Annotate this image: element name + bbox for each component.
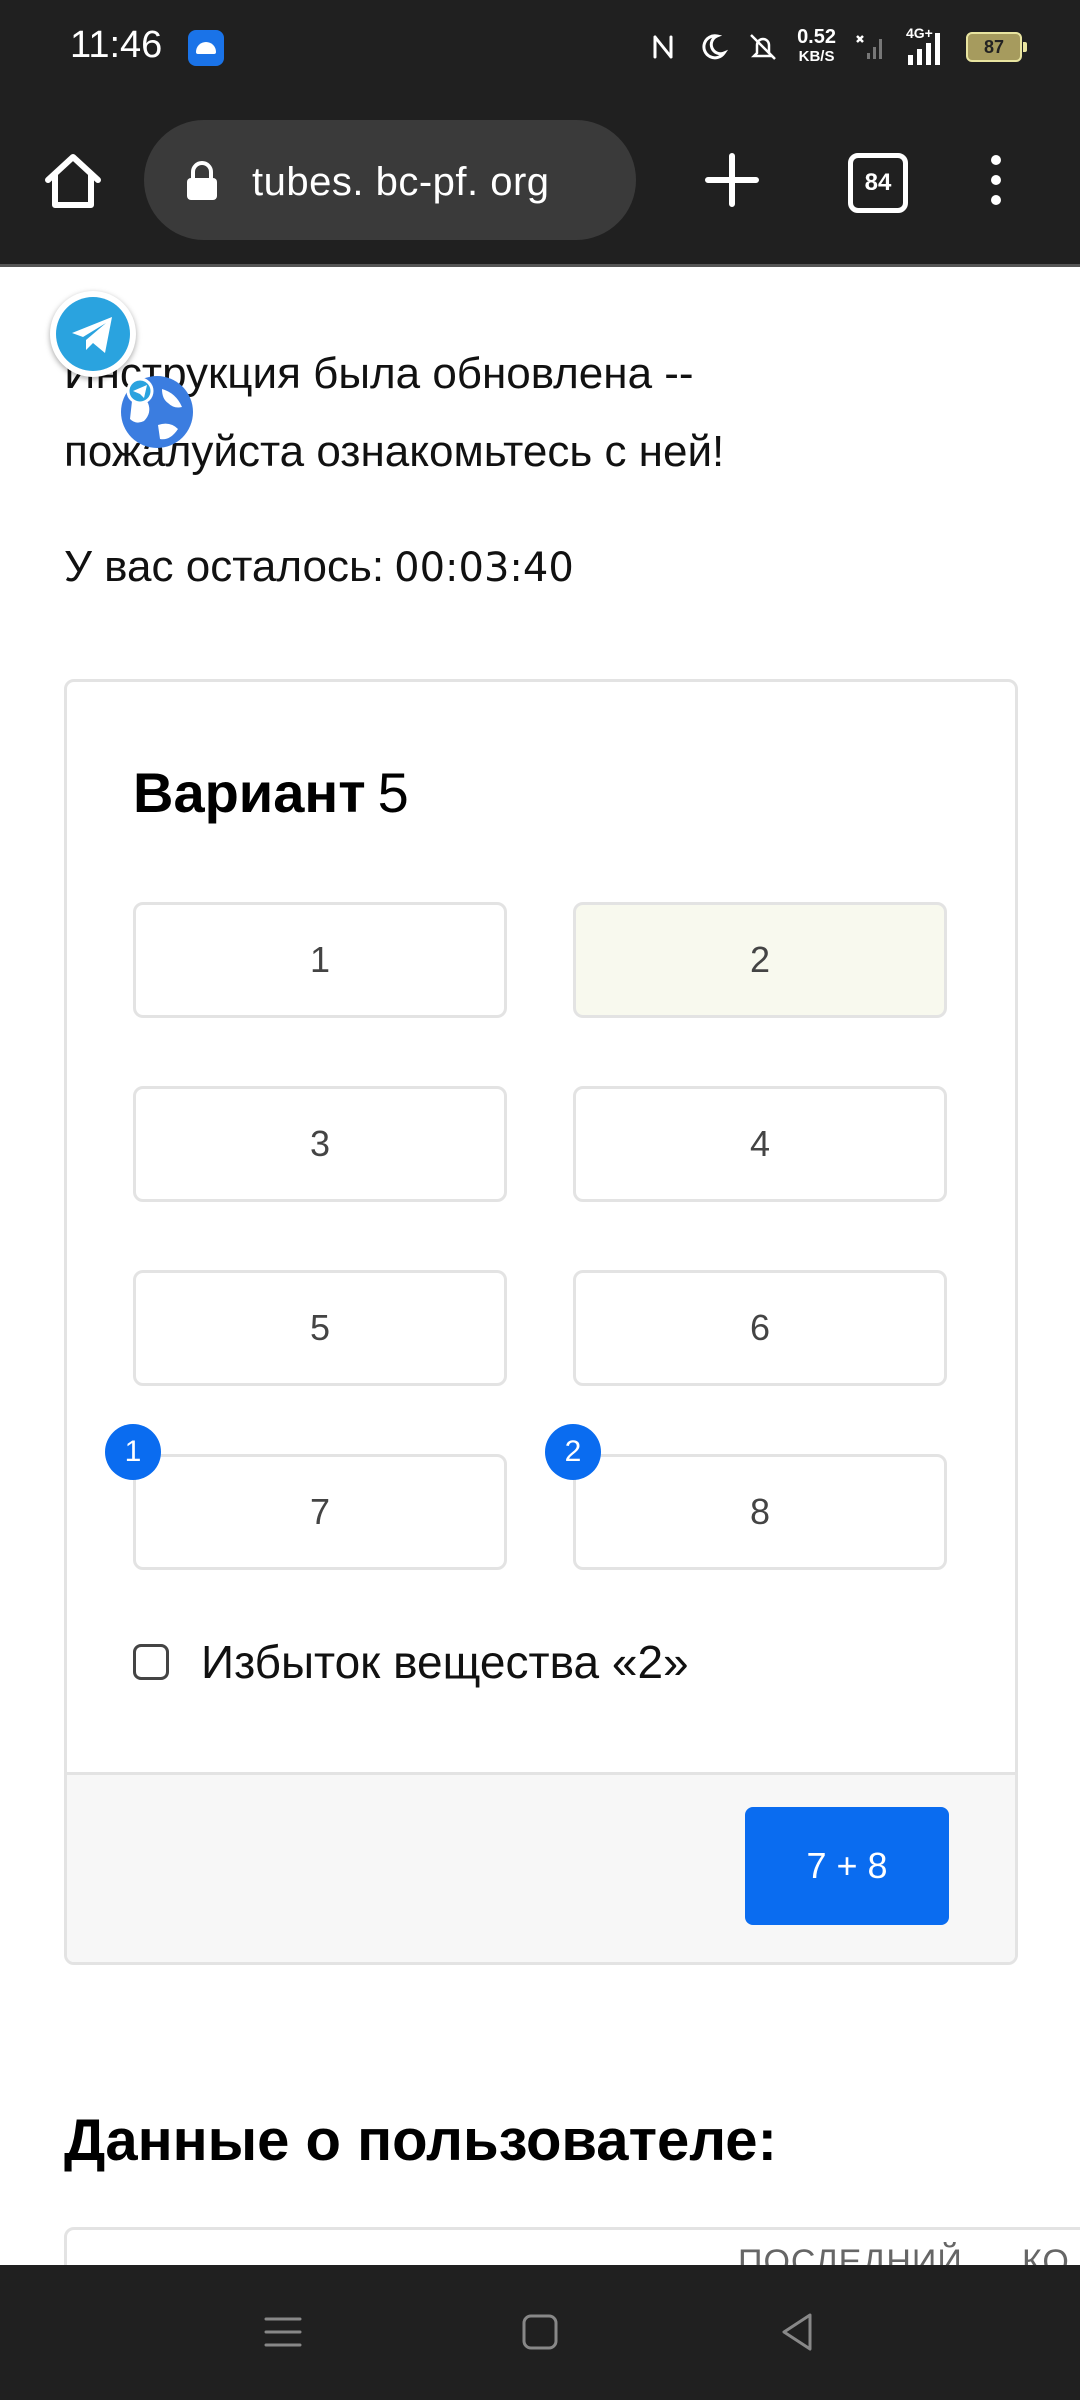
vibrate-icon bbox=[750, 34, 776, 60]
system-nav-bar bbox=[0, 2265, 1080, 2400]
excess-checkbox-row[interactable]: Избыток вещества «2» bbox=[133, 1632, 689, 1692]
option-button-1[interactable]: 1 bbox=[133, 902, 507, 1018]
recents-menu-icon[interactable] bbox=[260, 2309, 306, 2355]
excess-checkbox-label[interactable]: Избыток вещества «2» bbox=[201, 1635, 689, 1689]
option-button-4[interactable]: 4 bbox=[573, 1086, 947, 1202]
home-icon[interactable] bbox=[40, 148, 106, 214]
page-content: Инструкция была обновлена -- пожалуйста … bbox=[0, 267, 1080, 2265]
network-speed-value: 0.52 bbox=[797, 26, 836, 48]
status-time: 11:46 bbox=[70, 24, 163, 66]
table-header-count: КО bbox=[1022, 2243, 1070, 2265]
option-button-6[interactable]: 6 bbox=[573, 1270, 947, 1386]
nfc-icon bbox=[653, 35, 673, 59]
timer-value: 00:03:40 bbox=[394, 545, 574, 591]
home-nav-icon[interactable] bbox=[517, 2309, 563, 2355]
no-signal-icon bbox=[856, 35, 882, 59]
option-button-5[interactable]: 5 bbox=[133, 1270, 507, 1386]
selection-order-badge: 2 bbox=[545, 1424, 601, 1480]
moon-icon bbox=[702, 34, 729, 60]
new-tab-plus-icon[interactable] bbox=[704, 152, 760, 208]
tab-switcher-button[interactable]: 84 bbox=[848, 153, 908, 213]
user-data-heading: Данные о пользователе: bbox=[64, 2108, 777, 2173]
notification-app-icon bbox=[188, 30, 224, 66]
card-footer: 7 + 8 bbox=[67, 1772, 1015, 1962]
variant-card: Вариант 5 1 2 3 4 5 6 7 8 1 2 Избыток вещ… bbox=[64, 679, 1018, 1965]
signal-icon: 4G+ bbox=[904, 25, 948, 67]
status-icons: 0.52 KB/S 4G+ 87 bbox=[647, 22, 1027, 72]
status-bar: 11:46 0.52 KB/S 4G+ 87 bbox=[0, 0, 1080, 96]
network-speed-unit: KB/S bbox=[798, 48, 835, 65]
table-header-last: ПОСЛЕДНИЙ bbox=[738, 2243, 963, 2265]
telegram-icon bbox=[56, 297, 130, 371]
lock-icon bbox=[187, 161, 217, 200]
option-button-2[interactable]: 2 bbox=[573, 902, 947, 1018]
network-speed: 0.52 KB/S bbox=[797, 27, 836, 67]
battery-icon: 87 bbox=[966, 32, 1027, 62]
browser-toolbar: tubes. bc-pf. org 84 bbox=[0, 96, 1080, 267]
excess-checkbox[interactable] bbox=[133, 1644, 169, 1680]
selection-order-badge: 1 bbox=[105, 1424, 161, 1480]
address-bar[interactable]: tubes. bc-pf. org bbox=[144, 120, 636, 240]
telegram-float-icon[interactable] bbox=[50, 291, 136, 377]
timer-label: У вас осталось: bbox=[64, 542, 385, 591]
globe-float-icon[interactable] bbox=[118, 373, 196, 451]
variant-title: Вариант 5 bbox=[133, 760, 409, 825]
menu-icon[interactable] bbox=[984, 152, 1008, 208]
option-button-8[interactable]: 8 bbox=[573, 1454, 947, 1570]
back-nav-icon[interactable] bbox=[774, 2309, 820, 2355]
variant-number: 5 bbox=[377, 761, 409, 824]
submit-answer-button[interactable]: 7 + 8 bbox=[745, 1807, 949, 1925]
variant-label: Вариант bbox=[133, 761, 366, 824]
timer-line: У вас осталось: 00:03:40 bbox=[64, 542, 574, 592]
url-text[interactable]: tubes. bc-pf. org bbox=[252, 160, 550, 205]
option-button-7[interactable]: 7 bbox=[133, 1454, 507, 1570]
option-button-3[interactable]: 3 bbox=[133, 1086, 507, 1202]
